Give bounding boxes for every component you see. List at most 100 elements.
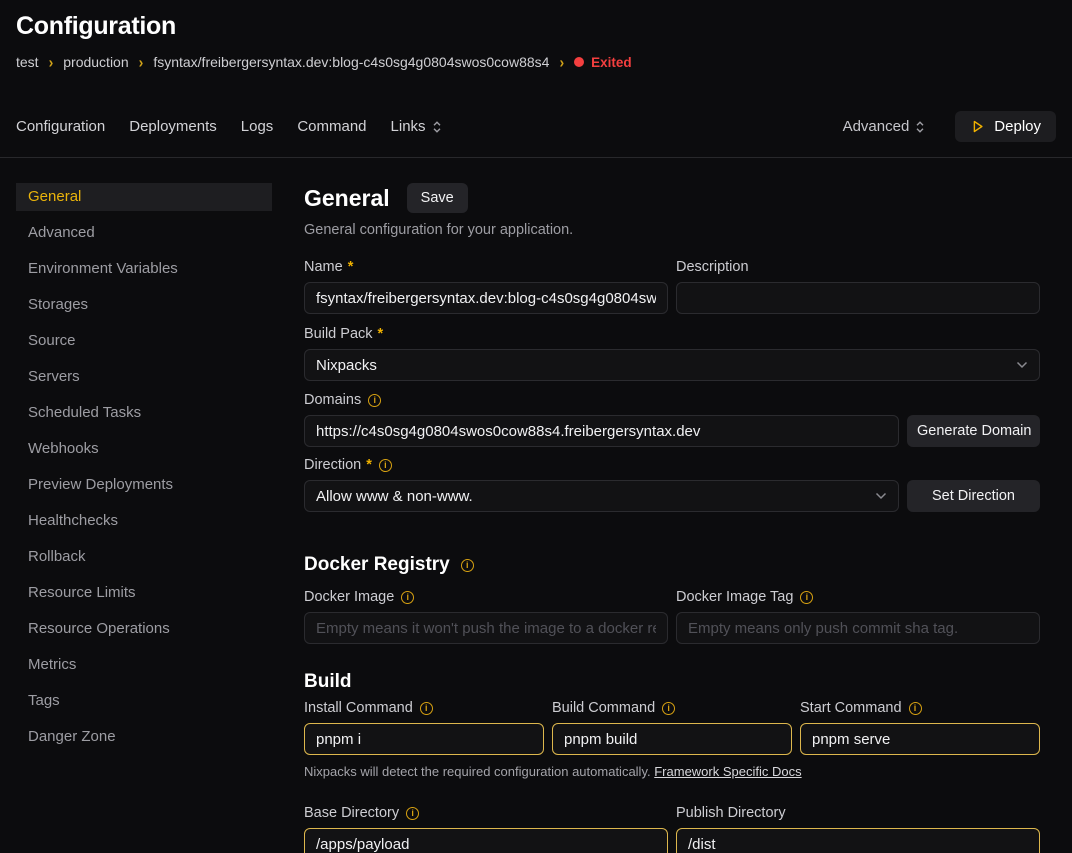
content: General Advanced Environment Variables S…: [0, 183, 1072, 853]
breadcrumb-project[interactable]: test: [16, 54, 39, 70]
general-panel: General Save General configuration for y…: [304, 183, 1040, 853]
info-icon[interactable]: i: [461, 559, 474, 572]
deploy-button[interactable]: Deploy: [955, 111, 1056, 142]
advanced-dropdown-label: Advanced: [843, 118, 910, 135]
base-directory-field-group: Base Directory i: [304, 805, 668, 853]
tab-deployments[interactable]: Deployments: [129, 118, 217, 135]
set-direction-button[interactable]: Set Direction: [907, 480, 1040, 512]
install-command-field-group: Install Command i: [304, 700, 544, 755]
section-title-general: General: [304, 185, 390, 212]
section-subtitle: General configuration for your applicati…: [304, 222, 1040, 238]
install-command-label: Install Command i: [304, 700, 544, 716]
base-directory-label: Base Directory i: [304, 805, 668, 821]
advanced-dropdown[interactable]: Advanced: [843, 118, 926, 135]
chevron-right-icon: ›: [559, 53, 564, 71]
build-command-label: Build Command i: [552, 700, 792, 716]
base-directory-input[interactable]: [304, 828, 668, 853]
publish-directory-label: Publish Directory: [676, 805, 1040, 821]
breadcrumb-environment[interactable]: production: [63, 54, 128, 70]
info-icon[interactable]: i: [800, 591, 813, 604]
links-dropdown[interactable]: Links: [391, 118, 442, 135]
sidebar-item-tags[interactable]: Tags: [16, 687, 272, 715]
sidebar-item-preview-deployments[interactable]: Preview Deployments: [16, 471, 272, 499]
breadcrumb-resource[interactable]: fsyntax/freibergersyntax.dev:blog-c4s0sg…: [153, 54, 549, 70]
app-window: Configuration test › production › fsynta…: [0, 0, 1072, 853]
status-text: Exited: [591, 55, 632, 70]
tab-logs[interactable]: Logs: [241, 118, 274, 135]
install-command-input[interactable]: [304, 723, 544, 755]
build-pack-select[interactable]: Nixpacks: [304, 349, 1040, 381]
domains-label: Domains i: [304, 392, 899, 408]
description-field-group: Description: [676, 259, 1040, 314]
chevron-right-icon: ›: [49, 53, 54, 71]
docker-image-tag-field-group: Docker Image Tag i: [676, 589, 1040, 644]
docker-image-tag-label: Docker Image Tag i: [676, 589, 1040, 605]
chevron-right-icon: ›: [139, 53, 144, 71]
tab-configuration[interactable]: Configuration: [16, 118, 105, 135]
chevron-down-icon: [1016, 361, 1028, 369]
start-command-field-group: Start Command i: [800, 700, 1040, 755]
play-icon: [970, 119, 985, 134]
sidebar-item-general[interactable]: General: [16, 183, 272, 211]
sidebar-item-danger-zone[interactable]: Danger Zone: [16, 723, 272, 751]
generate-domain-button[interactable]: Generate Domain: [907, 415, 1040, 447]
info-icon[interactable]: i: [401, 591, 414, 604]
required-asterisk: *: [366, 457, 372, 473]
chevron-down-icon: [875, 492, 887, 500]
build-pack-field-group: Build Pack * Nixpacks: [304, 326, 1040, 381]
docker-image-label: Docker Image i: [304, 589, 668, 605]
direction-label: Direction * i: [304, 457, 899, 473]
start-command-label: Start Command i: [800, 700, 1040, 716]
build-title: Build: [304, 671, 1040, 693]
sidebar-item-environment-variables[interactable]: Environment Variables: [16, 255, 272, 283]
chevron-updown-icon: [432, 120, 442, 134]
direction-selected-value: Allow www & non-www.: [316, 488, 473, 505]
build-command-input[interactable]: [552, 723, 792, 755]
info-icon[interactable]: i: [368, 394, 381, 407]
sidebar-item-scheduled-tasks[interactable]: Scheduled Tasks: [16, 399, 272, 427]
publish-directory-input[interactable]: [676, 828, 1040, 853]
name-field-group: Name *: [304, 259, 668, 314]
sidebar-item-metrics[interactable]: Metrics: [16, 651, 272, 679]
build-pack-selected-value: Nixpacks: [316, 357, 377, 374]
docker-image-tag-input[interactable]: [676, 612, 1040, 644]
page-header: Configuration test › production › fsynta…: [0, 0, 1072, 70]
docker-registry-title: Docker Registry i: [304, 554, 1040, 576]
info-icon[interactable]: i: [406, 807, 419, 820]
required-asterisk: *: [378, 326, 384, 342]
docker-image-input[interactable]: [304, 612, 668, 644]
chevron-updown-icon: [915, 120, 925, 134]
description-input[interactable]: [676, 282, 1040, 314]
sidebar-item-resource-limits[interactable]: Resource Limits: [16, 579, 272, 607]
info-icon[interactable]: i: [379, 459, 392, 472]
name-input[interactable]: [304, 282, 668, 314]
settings-sidebar: General Advanced Environment Variables S…: [16, 183, 272, 853]
framework-docs-link[interactable]: Framework Specific Docs: [654, 764, 801, 779]
status-badge: Exited: [574, 55, 632, 70]
sidebar-item-servers[interactable]: Servers: [16, 363, 272, 391]
sidebar-item-healthchecks[interactable]: Healthchecks: [16, 507, 272, 535]
page-title: Configuration: [16, 12, 1056, 41]
sidebar-item-webhooks[interactable]: Webhooks: [16, 435, 272, 463]
save-button[interactable]: Save: [407, 183, 468, 213]
status-dot-icon: [574, 57, 584, 67]
start-command-input[interactable]: [800, 723, 1040, 755]
publish-directory-field-group: Publish Directory: [676, 805, 1040, 853]
info-icon[interactable]: i: [420, 702, 433, 715]
sidebar-item-resource-operations[interactable]: Resource Operations: [16, 615, 272, 643]
direction-field-group: Direction * i Allow www & non-www.: [304, 457, 899, 512]
tab-command[interactable]: Command: [297, 118, 366, 135]
build-pack-label: Build Pack *: [304, 326, 1040, 342]
sidebar-item-storages[interactable]: Storages: [16, 291, 272, 319]
sidebar-item-rollback[interactable]: Rollback: [16, 543, 272, 571]
sidebar-item-advanced[interactable]: Advanced: [16, 219, 272, 247]
breadcrumb: test › production › fsyntax/freibergersy…: [16, 54, 1056, 70]
direction-select[interactable]: Allow www & non-www.: [304, 480, 899, 512]
sidebar-item-source[interactable]: Source: [16, 327, 272, 355]
info-icon[interactable]: i: [662, 702, 675, 715]
info-icon[interactable]: i: [909, 702, 922, 715]
name-label: Name *: [304, 259, 668, 275]
build-command-field-group: Build Command i: [552, 700, 792, 755]
description-label: Description: [676, 259, 1040, 275]
domains-input[interactable]: [304, 415, 899, 447]
